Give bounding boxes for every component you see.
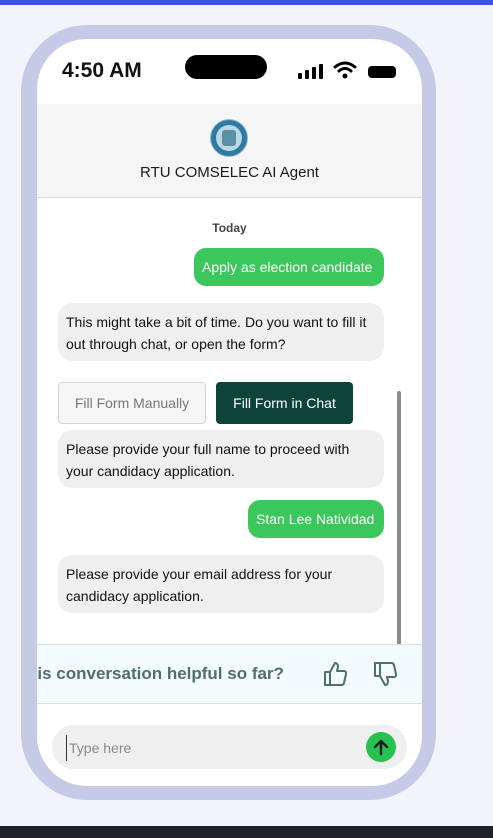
user-message: Stan Lee Natividad [248,500,384,538]
send-button[interactable] [366,732,396,762]
feedback-bar: his conversation helpful so far? [37,644,422,704]
battery-icon [368,66,396,78]
date-separator: Today [212,221,247,235]
user-message: Apply as election candidate [194,248,384,286]
bot-message: This might take a bit of time. Do you wa… [58,303,384,361]
status-time: 4:50 AM [62,59,142,82]
wifi-icon [333,61,357,79]
agent-name: RTU COMSELEC AI Agent [140,164,319,181]
fill-form-manually-button[interactable]: Fill Form Manually [58,382,206,424]
feedback-question: his conversation helpful so far? [37,664,284,683]
phone-screen: 4:50 AM RTU COMSELEC AI Agent Today Appl… [37,39,422,786]
dynamic-island [185,55,267,79]
bottom-dark-bar [0,826,493,838]
chat-header: RTU COMSELEC AI Agent [37,104,422,198]
thumbs-up-icon[interactable] [321,660,349,688]
thumbs-down-icon[interactable] [371,660,399,688]
top-accent-bar [0,0,493,5]
arrow-up-icon [373,739,389,756]
comselec-logo-icon [210,119,248,157]
bot-message: Please provide your full name to proceed… [58,430,384,488]
message-input[interactable] [66,735,351,761]
fill-form-in-chat-button[interactable]: Fill Form in Chat [216,382,353,424]
signal-icon [298,63,324,79]
message-composer [52,725,407,769]
bot-message: Please provide your email address for yo… [58,555,384,613]
chat-scrollbar[interactable] [397,391,401,645]
